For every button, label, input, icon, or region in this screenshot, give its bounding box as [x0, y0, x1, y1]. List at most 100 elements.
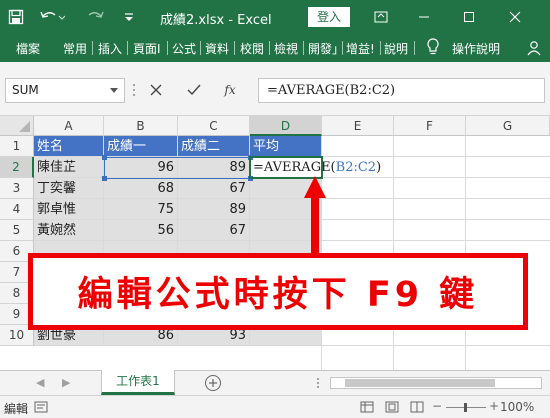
- tab-developer[interactable]: 開發」: [308, 40, 344, 57]
- close-icon[interactable]: [504, 6, 526, 28]
- row-header-5[interactable]: 5: [0, 220, 34, 241]
- formula-bar-area: SUM fx =AVERAGE(B2:C2): [0, 62, 550, 116]
- title-separator: -: [228, 13, 234, 28]
- annotation-text: 編輯公式時按下 F9 鍵: [77, 275, 479, 315]
- page-layout-view-icon[interactable]: [385, 401, 399, 416]
- tab-help[interactable]: 說明: [384, 40, 408, 57]
- column-header-e[interactable]: E: [322, 116, 394, 136]
- tab-data[interactable]: 資料: [205, 40, 229, 57]
- page-break-view-icon[interactable]: [410, 401, 424, 416]
- table-cell[interactable]: 96: [104, 157, 178, 178]
- row-header-3[interactable]: 3: [0, 178, 34, 199]
- tab-divider: [303, 41, 304, 55]
- select-all-triangle-icon: [19, 121, 30, 132]
- title-bar: 成績2.xlsx - Excel 登入: [0, 0, 550, 34]
- sheet-nav-left-icon[interactable]: ◀: [36, 376, 44, 389]
- add-sheet-icon[interactable]: [204, 374, 222, 392]
- tell-me-search[interactable]: 操作說明: [452, 40, 500, 57]
- tab-review[interactable]: 校閱: [240, 40, 264, 57]
- cancel-icon[interactable]: [148, 82, 164, 98]
- tab-insert[interactable]: 插入: [98, 40, 122, 57]
- table-cell[interactable]: 89: [178, 199, 250, 220]
- normal-view-icon[interactable]: [360, 401, 374, 416]
- zoom-in-icon[interactable]: +: [489, 399, 499, 413]
- tab-page-layout[interactable]: 頁面I: [133, 40, 161, 57]
- tab-divider: [200, 41, 201, 55]
- tab-divider: [269, 41, 270, 55]
- table-cell[interactable]: 黃婉然: [34, 220, 104, 241]
- active-cell-formula[interactable]: =AVERAGE(B2:C2): [250, 157, 381, 178]
- sheet-nav-right-icon[interactable]: ▶: [62, 376, 70, 389]
- redo-icon[interactable]: [82, 7, 110, 27]
- sheet-tab-1[interactable]: 工作表1: [101, 370, 175, 395]
- status-mode: 編輯: [4, 402, 29, 416]
- ribbon-display-icon[interactable]: [370, 6, 392, 28]
- row-header-2[interactable]: 2: [0, 157, 34, 178]
- gridline: [34, 198, 550, 199]
- column-header-a[interactable]: A: [34, 116, 104, 136]
- column-header-c[interactable]: C: [178, 116, 250, 136]
- table-cell[interactable]: 75: [104, 199, 178, 220]
- name-box-dropdown-icon[interactable]: [110, 88, 118, 93]
- zoom-out-icon[interactable]: −: [432, 399, 442, 413]
- formula-reference: B2:C2: [335, 160, 377, 175]
- name-box[interactable]: SUM: [5, 78, 125, 103]
- save-icon[interactable]: [6, 7, 26, 27]
- formula-input[interactable]: =AVERAGE(B2:C2): [258, 78, 545, 103]
- column-header-b[interactable]: B: [104, 116, 178, 136]
- tab-addins[interactable]: 增益!: [346, 40, 375, 57]
- select-all-corner[interactable]: [0, 116, 34, 136]
- table-cell[interactable]: 丁奕馨: [34, 178, 104, 199]
- lightbulb-icon[interactable]: [426, 38, 440, 59]
- table-header-score1[interactable]: 成績一: [104, 136, 178, 157]
- table-cell[interactable]: 68: [104, 178, 178, 199]
- row-header-1[interactable]: 1: [0, 136, 34, 157]
- tab-file[interactable]: 檔案: [16, 40, 40, 57]
- table-cell[interactable]: 郭卓惟: [34, 199, 104, 220]
- minimize-icon[interactable]: [413, 6, 435, 28]
- tab-split-grip-icon[interactable]: [316, 376, 320, 393]
- column-header-d[interactable]: D: [250, 116, 322, 136]
- tab-formulas[interactable]: 公式: [172, 40, 196, 57]
- table-cell[interactable]: 89: [178, 157, 250, 178]
- table-cell[interactable]: 67: [178, 178, 250, 199]
- tab-divider: [92, 41, 93, 55]
- scrollbar-thumb[interactable]: [345, 379, 495, 387]
- tab-home[interactable]: 常用: [63, 40, 87, 57]
- maximize-icon[interactable]: [458, 6, 480, 28]
- tab-divider: [380, 41, 381, 55]
- table-header-average[interactable]: 平均: [250, 136, 322, 157]
- tab-divider: [127, 41, 128, 55]
- table-header-score2[interactable]: 成績二: [178, 136, 250, 157]
- ribbon-tabs: 檔案 常用 插入 頁面I 公式 資料 校閱 檢視 開發」 增益! 說明 操作說明: [0, 34, 550, 62]
- tab-divider: [414, 41, 415, 55]
- formula-bar-grip-icon: [132, 81, 136, 102]
- table-cell[interactable]: 56: [104, 220, 178, 241]
- row-header-4[interactable]: 4: [0, 199, 34, 220]
- zoom-level[interactable]: 100%: [500, 400, 534, 414]
- undo-icon[interactable]: [38, 7, 66, 27]
- annotation-callout: 編輯公式時按下 F9 鍵: [28, 253, 528, 330]
- formula-suffix: ): [376, 160, 382, 175]
- horizontal-scrollbar[interactable]: [330, 377, 542, 389]
- worksheet-grid: A B C D E F G 1 2 3 4 5 6 7 8 9 10 姓名 成績…: [0, 116, 550, 376]
- zoom-slider-thumb[interactable]: [464, 403, 467, 412]
- sheet-tab-bar: ◀ ▶ 工作表1: [0, 370, 550, 395]
- table-cell[interactable]: 陳佳芷: [34, 157, 104, 178]
- login-button[interactable]: 登入: [308, 7, 350, 27]
- tab-divider: [167, 41, 168, 55]
- table-header-name[interactable]: 姓名: [34, 136, 104, 157]
- column-header-g[interactable]: G: [466, 116, 550, 136]
- table-cell[interactable]: 67: [178, 220, 250, 241]
- share-icon[interactable]: [525, 39, 543, 60]
- insert-function-icon[interactable]: fx: [220, 82, 240, 98]
- column-header-f[interactable]: F: [394, 116, 466, 136]
- tab-divider: [234, 41, 235, 55]
- gridline: [34, 177, 550, 178]
- tab-view[interactable]: 檢視: [274, 40, 298, 57]
- customize-toolbar-icon[interactable]: [120, 7, 138, 27]
- file-name: 成績2.xlsx: [160, 13, 225, 28]
- enter-check-icon[interactable]: [186, 82, 202, 98]
- formula-prefix: =AVERAGE(: [253, 160, 336, 175]
- accessibility-icon[interactable]: [34, 400, 48, 417]
